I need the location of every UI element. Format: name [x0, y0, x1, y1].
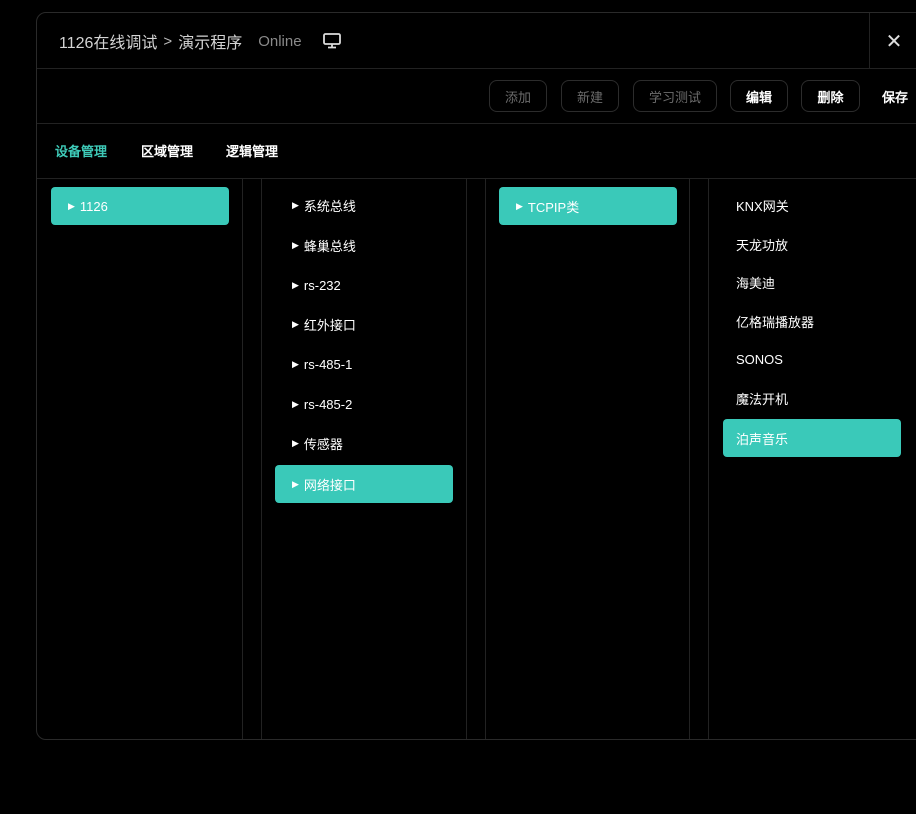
- column-divider: [242, 178, 243, 739]
- save-button[interactable]: 保存: [873, 80, 916, 112]
- list-item[interactable]: 泊声音乐: [723, 419, 901, 457]
- breadcrumb-separator: >: [163, 32, 173, 50]
- breadcrumb-page: 演示程序: [178, 35, 243, 52]
- caret-right-icon: ▶: [292, 318, 299, 329]
- tab-logic-management[interactable]: 逻辑管理: [226, 123, 278, 177]
- edit-button[interactable]: 编辑: [730, 80, 788, 112]
- list-item-label: 网络接口: [303, 477, 356, 493]
- list-item-label: rs-232: [303, 277, 341, 293]
- list-item[interactable]: ▶ rs-485-2: [275, 385, 453, 423]
- list-item[interactable]: ▶ 蜂巢总线: [275, 226, 453, 264]
- list-item[interactable]: ▶ rs-485-1: [275, 345, 453, 383]
- list-item[interactable]: 魔法开机: [723, 379, 901, 417]
- column-divider: [261, 178, 262, 739]
- caret-right-icon: ▶: [292, 358, 299, 369]
- list-item-label: TCPIP类: [527, 199, 580, 215]
- list-item[interactable]: 海美迪: [723, 263, 901, 301]
- title-bar: 1126在线调试 > 演示程序 Online ✕: [37, 13, 916, 69]
- list-item-label: 红外接口: [303, 317, 356, 333]
- monitor-icon[interactable]: [322, 32, 342, 50]
- caret-right-icon: ▶: [292, 239, 299, 250]
- list-item-label: 魔法开机: [736, 391, 789, 407]
- column-divider: [485, 178, 486, 739]
- toolbar: 添加 新建 学习测试 编辑 删除 保存: [37, 69, 916, 123]
- dialog-panel: 1126在线调试 > 演示程序 Online ✕ 添加 新建 学习测试 编辑 删…: [36, 12, 916, 740]
- caret-right-icon: ▶: [292, 478, 299, 489]
- tab-area-management[interactable]: 区域管理: [141, 123, 193, 177]
- list-item[interactable]: 亿格瑞播放器: [723, 302, 901, 340]
- list-item[interactable]: ▶ TCPIP类: [499, 187, 677, 225]
- list-item-label: rs-485-1: [303, 356, 353, 372]
- list-item-label: 系统总线: [303, 198, 356, 214]
- list-item-label: 海美迪: [736, 275, 776, 291]
- list-item[interactable]: ▶ rs-232: [275, 266, 453, 304]
- list-item[interactable]: ▶ 网络接口: [275, 465, 453, 503]
- column-divider: [689, 178, 690, 739]
- list-item-label: 1126: [79, 198, 108, 214]
- list-item-label: 传感器: [303, 436, 343, 452]
- list-item-label: 亿格瑞播放器: [736, 314, 815, 330]
- tab-bar: 设备管理 区域管理 逻辑管理: [37, 123, 916, 177]
- close-button[interactable]: ✕: [869, 13, 916, 69]
- list-item-label: 蜂巢总线: [303, 238, 356, 254]
- list-item-label: 天龙功放: [736, 237, 789, 253]
- list-item[interactable]: ▶ 传感器: [275, 424, 453, 462]
- list-item[interactable]: SONOS: [723, 340, 901, 378]
- list-item-label: SONOS: [736, 351, 783, 367]
- column-divider: [466, 178, 467, 739]
- close-icon: ✕: [885, 30, 903, 53]
- list-item-label: KNX网关: [736, 198, 789, 214]
- list-item-label: rs-485-2: [303, 396, 353, 412]
- column-divider: [708, 178, 709, 739]
- caret-right-icon: ▶: [292, 398, 299, 409]
- new-button[interactable]: 新建: [561, 80, 619, 112]
- list-item[interactable]: ▶ 红外接口: [275, 305, 453, 343]
- caret-right-icon: ▶: [292, 437, 299, 448]
- list-item-label: 泊声音乐: [736, 431, 789, 447]
- caret-right-icon: ▶: [516, 200, 523, 211]
- learn-test-button[interactable]: 学习测试: [633, 80, 717, 112]
- tab-device-management[interactable]: 设备管理: [55, 123, 107, 177]
- list-item-controller[interactable]: ▶ 1126: [51, 187, 229, 225]
- breadcrumb: 1126在线调试 > 演示程序 Online: [59, 13, 342, 69]
- breadcrumb-root[interactable]: 1126在线调试: [59, 29, 157, 53]
- delete-button[interactable]: 删除: [801, 80, 860, 112]
- column-browser: ▶ 1126 ▶ 系统总线 ▶ 蜂巢总线 ▶ rs-232 ▶ 红外接口 ▶ r…: [37, 178, 916, 739]
- online-status: Online: [258, 32, 302, 50]
- list-item[interactable]: 天龙功放: [723, 225, 901, 263]
- caret-right-icon: ▶: [292, 199, 299, 210]
- list-item[interactable]: ▶ 系统总线: [275, 186, 453, 224]
- add-button[interactable]: 添加: [489, 80, 547, 112]
- caret-right-icon: ▶: [292, 279, 299, 290]
- caret-right-icon: ▶: [68, 200, 75, 211]
- list-item[interactable]: KNX网关: [723, 186, 901, 224]
